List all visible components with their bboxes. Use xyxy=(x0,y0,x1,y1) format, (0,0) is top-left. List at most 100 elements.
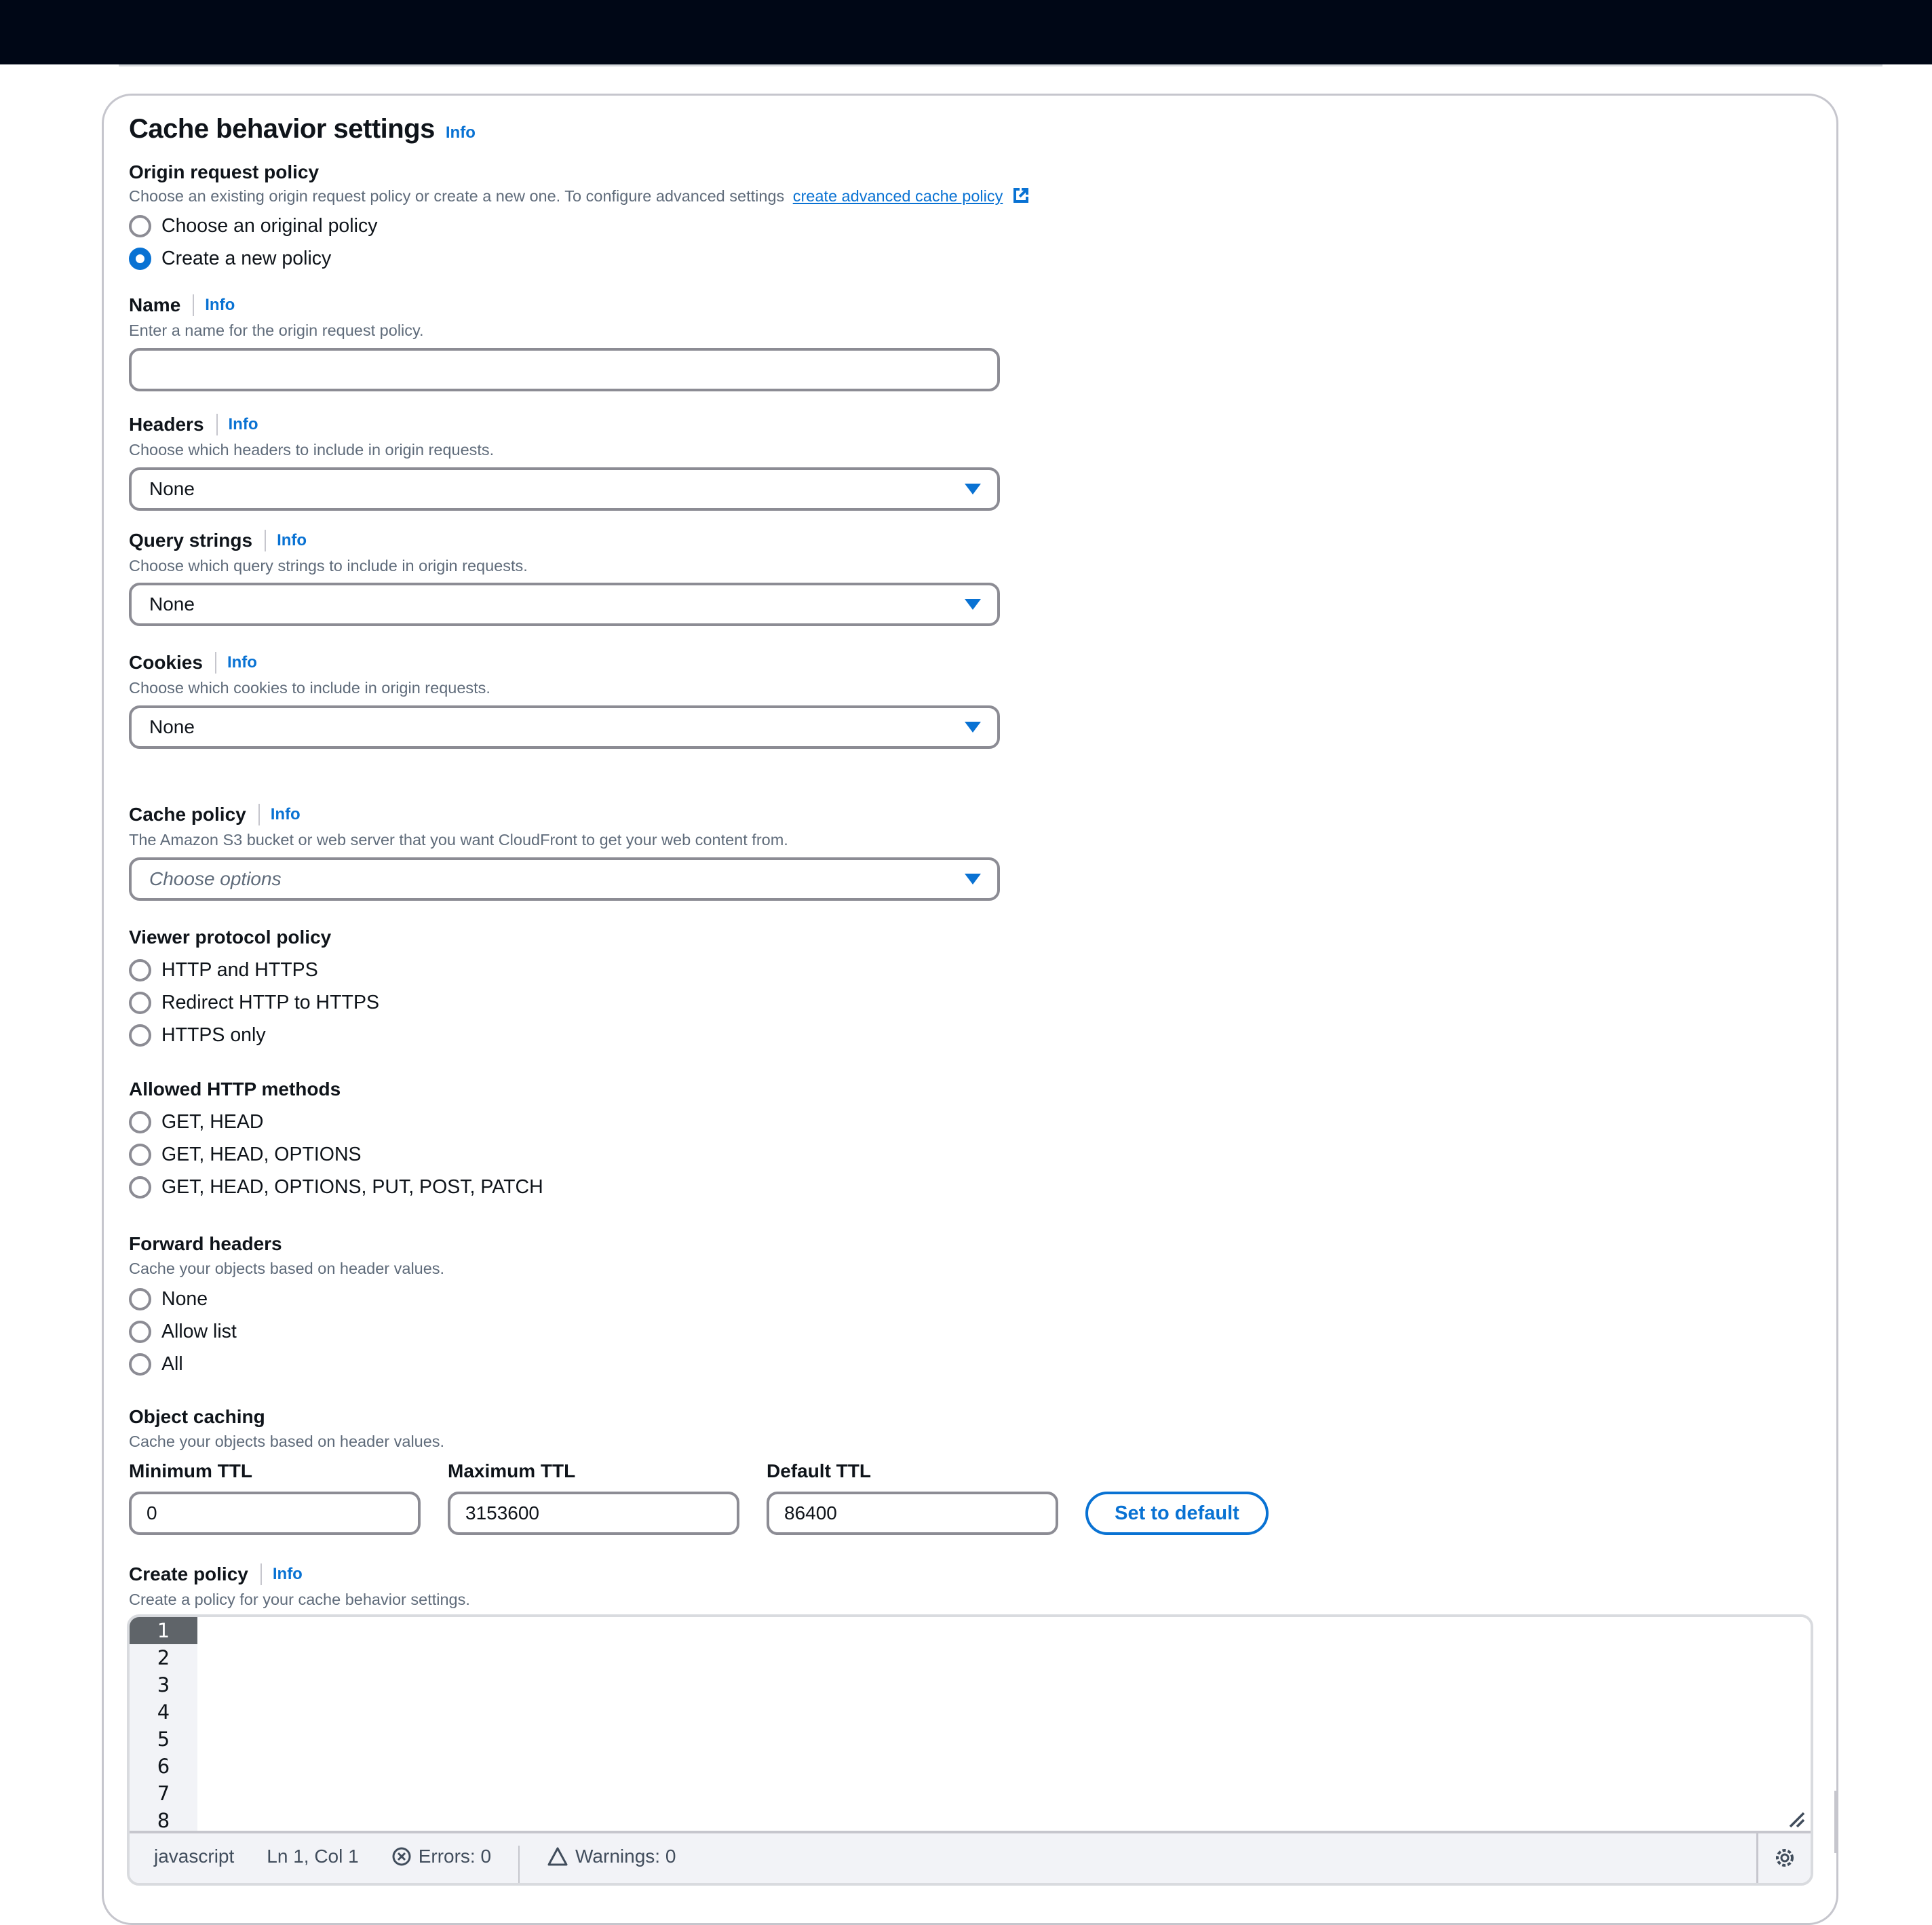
radio-all-methods[interactable]: GET, HEAD, OPTIONS, PUT, POST, PATCH xyxy=(129,1172,543,1202)
cursor-position: Ln 1, Col 1 xyxy=(267,1846,359,1867)
radio-button[interactable] xyxy=(129,1353,151,1376)
radio-label: GET, HEAD xyxy=(161,1110,264,1133)
cache-policy-field-header: Cache policy Info xyxy=(129,804,301,825)
create-policy-info-link[interactable]: Info xyxy=(273,1565,303,1584)
allowed-http-methods-radio-group: GET, HEAD GET, HEAD, OPTIONS GET, HEAD, … xyxy=(129,1107,543,1202)
section-info-link[interactable]: Info xyxy=(446,123,476,142)
default-ttl-input[interactable] xyxy=(767,1492,1058,1535)
forward-headers-radio-group: None Allow list All xyxy=(129,1284,237,1379)
separator xyxy=(260,1563,262,1585)
cookies-info-link[interactable]: Info xyxy=(227,653,257,672)
radio-label: GET, HEAD, OPTIONS, PUT, POST, PATCH xyxy=(161,1175,543,1198)
radio-create-new-policy[interactable]: Create a new policy xyxy=(129,244,377,273)
cache-policy-info-link[interactable]: Info xyxy=(271,805,301,824)
set-to-default-button[interactable]: Set to default xyxy=(1085,1492,1269,1535)
name-info-link[interactable]: Info xyxy=(205,296,235,315)
radio-button[interactable] xyxy=(129,958,151,981)
line-number: 7 xyxy=(157,1782,170,1805)
radio-get-head[interactable]: GET, HEAD xyxy=(129,1107,543,1137)
gear-icon xyxy=(1775,1849,1794,1867)
radio-redirect-http-to-https[interactable]: Redirect HTTP to HTTPS xyxy=(129,988,379,1017)
name-field-header: Name Info xyxy=(129,294,235,316)
radio-button[interactable] xyxy=(129,1287,151,1310)
minimum-ttl-input[interactable] xyxy=(129,1492,421,1535)
query-strings-info-link[interactable]: Info xyxy=(277,531,307,550)
errors-count: Errors: 0 xyxy=(418,1846,492,1867)
radio-forward-all[interactable]: All xyxy=(129,1349,237,1379)
separator xyxy=(193,294,195,316)
origin-request-policy-description-row: Choose an existing origin request policy… xyxy=(129,186,1030,206)
line-number: 4 xyxy=(157,1700,170,1724)
radio-label: Redirect HTTP to HTTPS xyxy=(161,991,379,1013)
query-strings-select[interactable]: None xyxy=(129,583,1000,626)
external-link-icon[interactable] xyxy=(1011,186,1030,205)
radio-forward-allow-list[interactable]: Allow list xyxy=(129,1317,237,1346)
query-strings-field-header: Query strings Info xyxy=(129,530,307,551)
code-editor-input[interactable] xyxy=(197,1617,1811,1831)
headers-select[interactable]: None xyxy=(129,467,1000,511)
editor-status-bar: javascript Ln 1, Col 1 Errors: 0 Warning… xyxy=(130,1831,1811,1883)
line-number: 8 xyxy=(157,1809,170,1832)
radio-button[interactable] xyxy=(129,1024,151,1047)
code-editor: 12 3 4 5 6 7 8 javascript Ln 1, Col 1 Errors: … xyxy=(127,1614,1813,1886)
origin-request-policy-label: Origin request policy xyxy=(129,161,320,182)
separator xyxy=(214,652,216,674)
caret-down-icon xyxy=(965,874,981,884)
top-navigation-bar xyxy=(0,0,1932,64)
radio-button[interactable] xyxy=(129,1143,151,1166)
radio-button[interactable] xyxy=(129,1110,151,1133)
radio-button-selected[interactable] xyxy=(129,247,151,270)
cache-policy-label: Cache policy xyxy=(129,804,246,825)
allowed-http-methods-label: Allowed HTTP methods xyxy=(129,1078,341,1100)
maximum-ttl-input[interactable] xyxy=(448,1492,739,1535)
minimum-ttl-label: Minimum TTL xyxy=(129,1460,252,1481)
cache-policy-placeholder: Choose options xyxy=(149,868,282,889)
headers-selected-value: None xyxy=(149,478,195,499)
headers-label: Headers xyxy=(129,414,204,435)
line-number: 3 xyxy=(157,1673,170,1696)
radio-label: Choose an original policy xyxy=(161,214,378,237)
name-input[interactable] xyxy=(129,348,1000,391)
warnings-tab[interactable]: Warnings: 0 xyxy=(547,1846,676,1867)
radio-button[interactable] xyxy=(129,214,151,237)
radio-get-head-options[interactable]: GET, HEAD, OPTIONS xyxy=(129,1140,543,1169)
resize-handle-icon[interactable] xyxy=(1789,1812,1805,1828)
cookies-select[interactable]: None xyxy=(129,705,1000,749)
language-indicator: javascript xyxy=(154,1846,235,1867)
forward-headers-description: Cache your objects based on header value… xyxy=(129,1260,445,1277)
query-strings-label: Query strings xyxy=(129,530,253,551)
origin-request-policy-description: Choose an existing origin request policy… xyxy=(129,187,785,205)
radio-http-and-https[interactable]: HTTP and HTTPS xyxy=(129,955,379,985)
radio-label: Allow list xyxy=(161,1320,237,1342)
headers-info-link[interactable]: Info xyxy=(229,415,258,434)
caret-down-icon xyxy=(965,484,981,494)
caret-down-icon xyxy=(965,599,981,610)
viewer-protocol-policy-radio-group: HTTP and HTTPS Redirect HTTP to HTTPS HT… xyxy=(129,955,379,1050)
errors-tab[interactable]: Errors: 0 xyxy=(391,1846,491,1867)
headers-field-header: Headers Info xyxy=(129,414,258,435)
separator xyxy=(258,804,260,825)
warning-icon xyxy=(547,1847,568,1866)
create-advanced-cache-policy-link[interactable]: create advanced cache policy xyxy=(793,187,1003,205)
line-number-gutter: 12 3 4 5 6 7 8 xyxy=(130,1617,197,1832)
radio-button[interactable] xyxy=(129,1320,151,1343)
radio-choose-original-policy[interactable]: Choose an original policy xyxy=(129,211,377,241)
cache-policy-description: The Amazon S3 bucket or web server that … xyxy=(129,831,788,849)
cookies-field-header: Cookies Info xyxy=(129,652,257,674)
card-border-right xyxy=(1834,1791,1836,1853)
cache-policy-select[interactable]: Choose options xyxy=(129,857,1000,901)
viewer-protocol-policy-label: Viewer protocol policy xyxy=(129,927,332,948)
radio-https-only[interactable]: HTTPS only xyxy=(129,1020,379,1050)
editor-settings-button[interactable] xyxy=(1756,1833,1811,1883)
object-caching-description: Cache your objects based on header value… xyxy=(129,1433,445,1450)
separator xyxy=(216,414,218,435)
radio-forward-none[interactable]: None xyxy=(129,1284,237,1314)
cookies-description: Choose which cookies to include in origi… xyxy=(129,679,490,697)
default-ttl-label: Default TTL xyxy=(767,1460,871,1481)
query-strings-selected-value: None xyxy=(149,594,195,615)
radio-label: GET, HEAD, OPTIONS xyxy=(161,1143,362,1165)
radio-label: HTTP and HTTPS xyxy=(161,958,318,981)
radio-button[interactable] xyxy=(129,991,151,1014)
radio-button[interactable] xyxy=(129,1175,151,1199)
name-label: Name xyxy=(129,294,181,315)
